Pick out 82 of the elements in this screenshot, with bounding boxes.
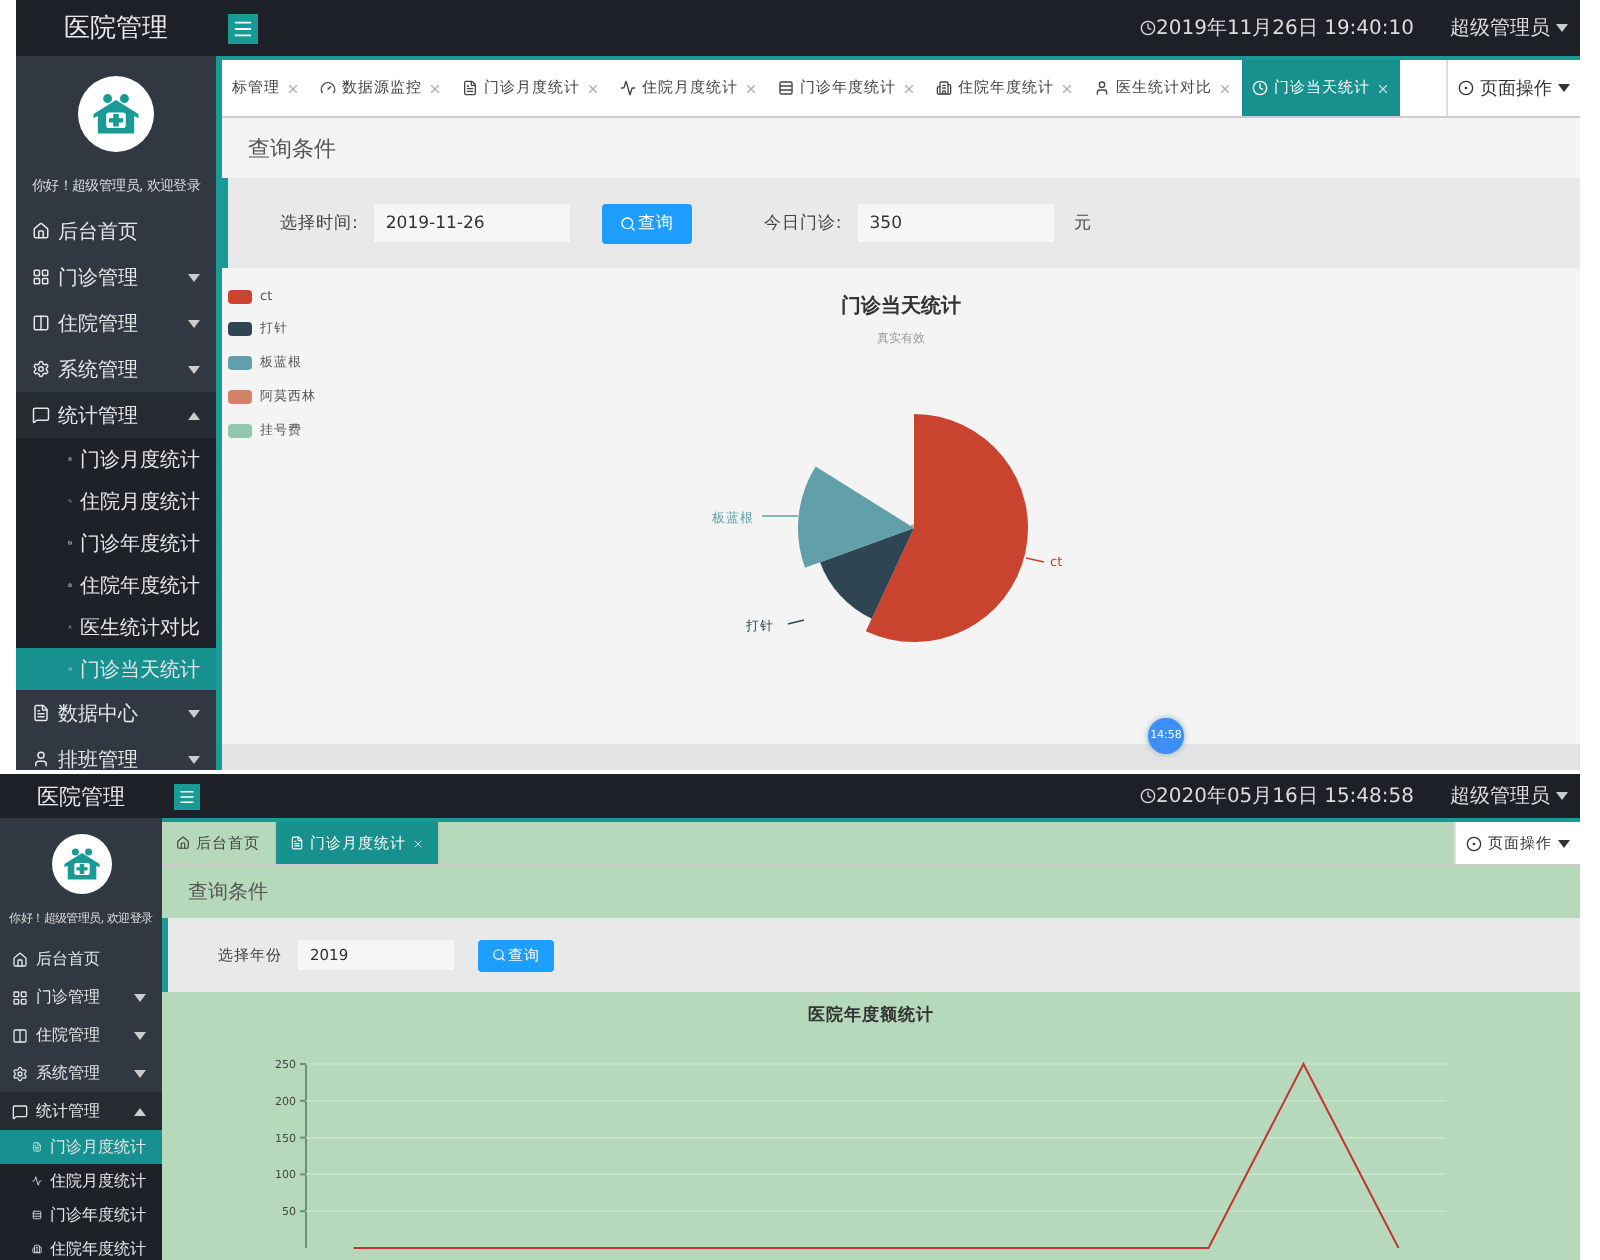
sidebar-item[interactable]: 住院管理: [0, 1016, 162, 1054]
submenu-item[interactable]: 门诊年度统计: [0, 1198, 162, 1232]
sidebar-item[interactable]: 住院管理: [16, 300, 216, 346]
tab-icon: [778, 80, 794, 96]
user-menu[interactable]: 超级管理员: [1450, 782, 1580, 810]
chart-title: 门诊当天统计: [841, 296, 961, 318]
clock-icon: [1140, 788, 1156, 804]
caret-icon: [1556, 24, 1568, 32]
chart-title: 医院年度额统计: [808, 1006, 934, 1026]
sidebar-item[interactable]: 排班管理: [16, 736, 216, 770]
datetime-text: 2020年05月16日 15:48:58: [1156, 784, 1414, 810]
search-icon: [619, 215, 636, 231]
sidebar-item[interactable]: 统计管理: [0, 1092, 162, 1130]
menu-button[interactable]: [174, 783, 200, 809]
sidebar-item[interactable]: 后台首页: [0, 940, 162, 978]
section-title: 查询条件: [248, 133, 336, 163]
tab-icon: [1094, 80, 1110, 96]
tab-icon: [290, 836, 304, 850]
tab-icon: [462, 80, 478, 96]
submenu-item[interactable]: 门诊年度统计: [16, 522, 216, 564]
close-icon[interactable]: [428, 81, 442, 95]
radio-icon: [1458, 80, 1474, 96]
close-icon[interactable]: [1218, 81, 1232, 95]
caret-icon: [188, 365, 200, 373]
app-title: 医院管理: [35, 781, 127, 811]
close-icon[interactable]: [586, 81, 600, 95]
sidebar-item[interactable]: 门诊管理: [16, 254, 216, 300]
close-icon[interactable]: [902, 81, 916, 95]
radio-icon: [1466, 835, 1482, 851]
submenu-icon: [32, 1242, 42, 1256]
caret-icon: [188, 319, 200, 327]
caret-icon: [134, 1069, 146, 1077]
submenu-item[interactable]: 住院年度统计: [16, 564, 216, 606]
sidebar-item[interactable]: 统计管理: [16, 392, 216, 438]
sidebar-item[interactable]: 门诊管理: [0, 978, 162, 1016]
search-icon: [492, 948, 506, 962]
caret-icon: [1556, 792, 1568, 800]
submenu-item[interactable]: 医生统计对比: [16, 606, 216, 648]
tab-icon: [1252, 80, 1268, 96]
unit-label: 元: [1073, 211, 1092, 235]
field-label: 今日门诊:: [763, 211, 842, 235]
caret-icon: [134, 993, 146, 1001]
submenu-item[interactable]: 住院月度统计: [16, 480, 216, 522]
clock-icon: [1140, 20, 1156, 36]
user-menu[interactable]: 超级管理员: [1450, 14, 1580, 42]
submenu-icon: [32, 1174, 42, 1188]
tab-icon: [176, 836, 190, 850]
caret-icon: [134, 1031, 146, 1039]
section-title: 查询条件: [188, 879, 268, 906]
caret-icon: [188, 273, 200, 281]
caret-icon: [188, 755, 200, 763]
close-icon[interactable]: [1376, 81, 1390, 95]
caret-icon: [188, 709, 200, 717]
tab-icon: [620, 80, 636, 96]
submenu-item[interactable]: 住院月度统计: [0, 1164, 162, 1198]
menu-button[interactable]: [228, 13, 258, 43]
leader-line: [761, 515, 799, 517]
datetime-text: 2019年11月26日 19:40:10: [1156, 16, 1414, 42]
caret-icon: [188, 411, 200, 419]
caret-icon: [134, 1107, 146, 1115]
field-label: 选择时间:: [280, 211, 358, 235]
close-icon[interactable]: [286, 81, 300, 95]
sidebar-item[interactable]: 后台首页: [16, 208, 216, 254]
sidebar-item[interactable]: 系统管理: [16, 346, 216, 392]
sidebar-item[interactable]: 数据中心: [16, 690, 216, 736]
tab-icon: [320, 80, 336, 96]
close-icon[interactable]: [412, 837, 424, 849]
submenu-item[interactable]: 门诊月度统计: [16, 438, 216, 480]
submenu-item[interactable]: 住院年度统计: [0, 1232, 162, 1260]
tab-icon: [936, 80, 952, 96]
close-icon[interactable]: [1060, 81, 1074, 95]
submenu-icon: [32, 1208, 42, 1222]
caret-icon: [1558, 839, 1570, 847]
caret-icon: [1558, 84, 1570, 92]
leader-line: [1025, 557, 1045, 563]
leader-line: [787, 619, 805, 625]
input-field[interactable]: 2019-11-26: [373, 204, 570, 242]
submenu-icon: [32, 1140, 42, 1154]
sidebar-item[interactable]: 系统管理: [0, 1054, 162, 1092]
app-title: 医院管理: [62, 12, 170, 46]
input-field[interactable]: 350: [857, 204, 1054, 242]
close-icon[interactable]: [744, 81, 758, 95]
